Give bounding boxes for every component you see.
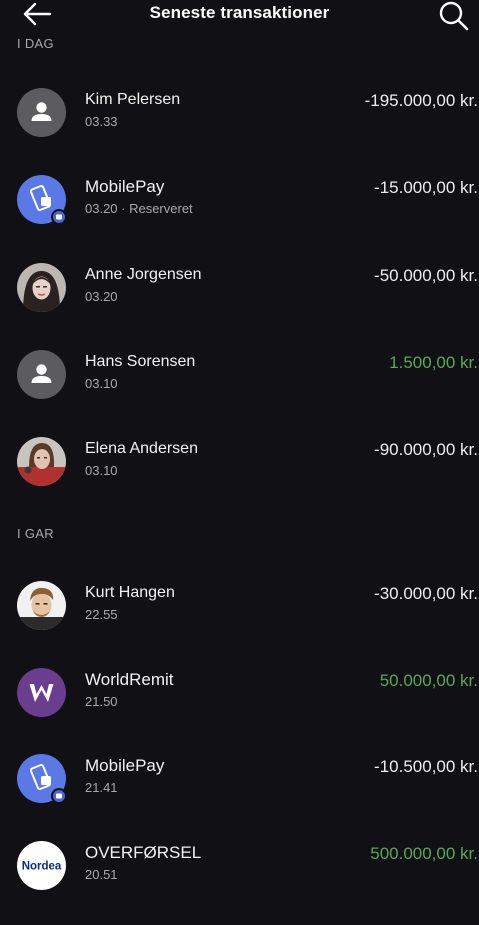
photo-avatar bbox=[17, 581, 66, 630]
transaction-name: Anne Jorgensen bbox=[85, 266, 202, 283]
person-placeholder-icon bbox=[17, 350, 66, 399]
transaction-time: 21.41 bbox=[85, 780, 118, 795]
transaction-name: Kurt Hangen bbox=[85, 584, 175, 601]
transaction-row[interactable]: MobilePay 21.41 -10.500,00 kr. bbox=[0, 753, 479, 823]
transaction-time: 03.20 bbox=[85, 289, 118, 304]
transaction-time: 20.51 bbox=[85, 867, 118, 882]
section-label-today: I DAG bbox=[17, 36, 54, 51]
transaction-amount: -90.000,00 kr. bbox=[374, 440, 478, 459]
transaction-amount: -10.500,00 kr. bbox=[374, 757, 478, 776]
transaction-amount: -50.000,00 kr. bbox=[374, 266, 478, 285]
transaction-amount: 500.000,00 kr. bbox=[370, 844, 478, 863]
transaction-time: 03.33 bbox=[85, 114, 118, 129]
transaction-row[interactable]: Kim Pelersen 03.33 -195.000,00 kr. bbox=[0, 87, 479, 157]
transaction-row[interactable]: Hans Sorensen 03.10 1.500,00 kr. bbox=[0, 349, 479, 419]
transaction-amount: -15.000,00 kr. bbox=[374, 178, 478, 197]
transaction-row[interactable]: Kurt Hangen 22.55 -30.000,00 kr. bbox=[0, 580, 479, 650]
transaction-time: 03.20 · Reserveret bbox=[85, 201, 193, 216]
photo-avatar bbox=[17, 437, 66, 486]
top-bar: Seneste transaktioner bbox=[0, 0, 479, 32]
nordea-logo-text: Nordea bbox=[22, 861, 62, 873]
person-placeholder-icon bbox=[17, 88, 66, 137]
transaction-time: 03.10 bbox=[85, 463, 118, 478]
transaction-row[interactable]: Nordea OVERFØRSEL 20.51 500.000,00 kr. bbox=[0, 840, 479, 910]
photo-avatar bbox=[17, 263, 66, 312]
transaction-name: Hans Sorensen bbox=[85, 353, 196, 370]
section-label-yesterday: I GAR bbox=[17, 526, 54, 541]
search-button[interactable] bbox=[437, 0, 471, 32]
transaction-name: MobilePay bbox=[85, 177, 165, 196]
transaction-name: WorldRemit bbox=[85, 670, 174, 689]
transaction-name: Kim Pelersen bbox=[85, 91, 181, 108]
transaction-amount: 50.000,00 kr. bbox=[379, 671, 478, 690]
transaction-time: 22.55 bbox=[85, 607, 118, 622]
transaction-row[interactable]: Elena Andersen 03.10 -90.000,00 kr. bbox=[0, 436, 479, 506]
transaction-amount: 1.500,00 kr. bbox=[389, 353, 478, 372]
transaction-row[interactable]: Anne Jorgensen 03.20 -50.000,00 kr. bbox=[0, 262, 479, 332]
transaction-row[interactable]: MobilePay 03.20 · Reserveret -15.000,00 … bbox=[0, 174, 479, 244]
transaction-time: 03.10 bbox=[85, 376, 118, 391]
transaction-amount: -195.000,00 kr. bbox=[364, 91, 478, 110]
transaction-name: Elena Andersen bbox=[85, 440, 198, 457]
transaction-name: OVERFØRSEL bbox=[85, 843, 202, 862]
mobilepay-logo bbox=[17, 175, 67, 225]
search-icon bbox=[439, 1, 469, 31]
worldremit-logo bbox=[17, 668, 66, 717]
transaction-time: 21.50 bbox=[85, 694, 118, 709]
transaction-amount: -30.000,00 kr. bbox=[374, 584, 478, 603]
page-title: Seneste transaktioner bbox=[149, 3, 330, 22]
nordea-logo: Nordea bbox=[17, 841, 66, 890]
mobilepay-logo bbox=[17, 754, 67, 804]
transaction-row[interactable]: WorldRemit 21.50 50.000,00 kr. bbox=[0, 667, 479, 737]
transaction-name: MobilePay bbox=[85, 756, 165, 775]
